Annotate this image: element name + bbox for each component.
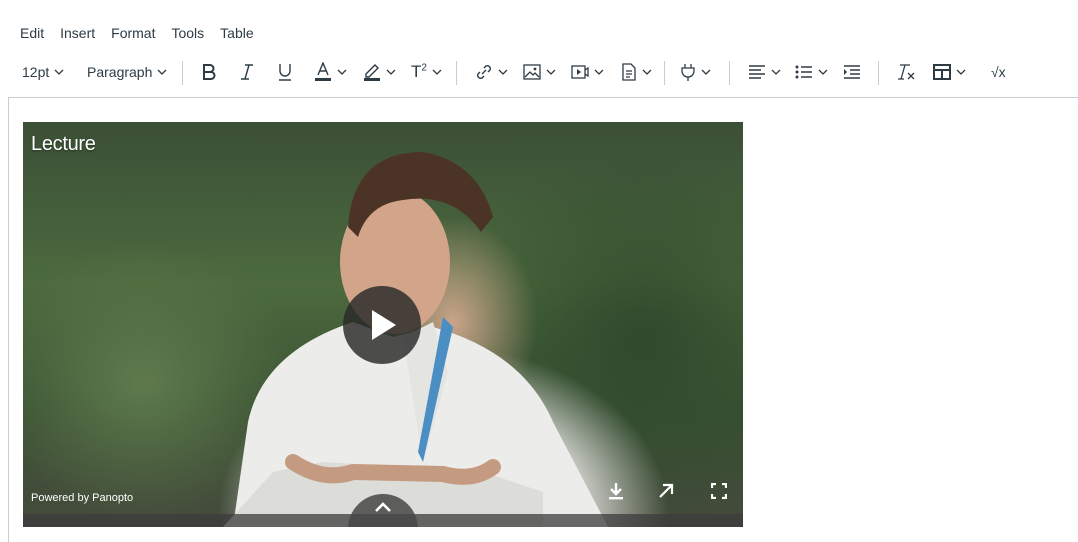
- chevron-down-icon: [771, 69, 781, 75]
- download-icon: [609, 483, 623, 500]
- table-icon: [933, 64, 951, 80]
- play-icon: [372, 310, 396, 340]
- toolbar-divider: [182, 61, 183, 85]
- superscript-button[interactable]: T2: [411, 58, 442, 86]
- block-format-label: Paragraph: [87, 64, 153, 80]
- bold-button[interactable]: [200, 58, 218, 86]
- bold-icon: [203, 64, 216, 80]
- highlight-color-button[interactable]: [363, 58, 396, 86]
- fullscreen-button[interactable]: [708, 480, 730, 502]
- italic-button[interactable]: [238, 58, 256, 86]
- chevron-down-icon: [337, 69, 347, 75]
- fullscreen-icon: [711, 483, 727, 499]
- text-color-icon: [315, 62, 331, 81]
- embedded-video-player[interactable]: Lecture Powered by Panopto: [23, 122, 743, 527]
- indent-button[interactable]: [843, 58, 861, 86]
- equation-button[interactable]: √x: [991, 58, 1006, 86]
- menu-insert[interactable]: Insert: [60, 24, 95, 42]
- clear-formatting-button[interactable]: [897, 58, 915, 86]
- chevron-down-icon: [956, 69, 966, 75]
- chevron-down-icon: [386, 69, 396, 75]
- chevron-down-icon: [157, 69, 167, 75]
- indent-icon: [844, 65, 860, 79]
- text-color-button[interactable]: [314, 58, 347, 86]
- apps-plug-icon: [681, 64, 695, 81]
- align-icon: [749, 65, 765, 79]
- italic-icon: [241, 64, 253, 80]
- block-format-dropdown[interactable]: Paragraph: [87, 58, 167, 86]
- chevron-down-icon: [546, 69, 556, 75]
- document-button[interactable]: [621, 58, 652, 86]
- chevron-down-icon: [498, 69, 508, 75]
- superscript-letter: T: [411, 62, 422, 81]
- menubar: Edit Insert Format Tools Table: [20, 24, 254, 42]
- image-icon: [523, 64, 541, 80]
- media-button[interactable]: [571, 58, 604, 86]
- link-icon: [477, 65, 491, 79]
- underline-icon: [279, 64, 291, 81]
- link-button[interactable]: [475, 58, 508, 86]
- powered-by-panopto: Powered by Panopto: [31, 492, 134, 504]
- play-button[interactable]: [343, 286, 421, 364]
- superscript-icon: T2: [411, 62, 427, 82]
- image-button[interactable]: [523, 58, 556, 86]
- toolbar-divider: [664, 61, 665, 85]
- chevron-down-icon: [54, 69, 64, 75]
- open-external-arrow-icon: [659, 483, 674, 498]
- table-button[interactable]: [933, 58, 966, 86]
- menu-table[interactable]: Table: [220, 24, 253, 42]
- font-size-dropdown[interactable]: 12pt: [22, 58, 64, 86]
- open-external-button[interactable]: [655, 480, 677, 502]
- equation-icon: √x: [991, 64, 1006, 80]
- underline-button[interactable]: [276, 58, 294, 86]
- media-icon: [571, 65, 589, 79]
- chevron-down-icon: [432, 69, 442, 75]
- chevron-up-icon: [375, 502, 391, 512]
- menu-edit[interactable]: Edit: [20, 24, 44, 42]
- highlight-icon: [364, 64, 380, 81]
- font-size-label: 12pt: [22, 64, 50, 80]
- chevron-down-icon: [701, 69, 711, 75]
- chevron-down-icon: [594, 69, 604, 75]
- align-button[interactable]: [748, 58, 781, 86]
- editor-toolbar: 12pt Paragraph T2 √x: [0, 58, 1078, 86]
- menu-tools[interactable]: Tools: [171, 24, 204, 42]
- download-button[interactable]: [605, 480, 627, 502]
- chevron-down-icon: [642, 69, 652, 75]
- toolbar-divider: [456, 61, 457, 85]
- video-title: Lecture: [31, 133, 96, 155]
- list-button[interactable]: [795, 58, 828, 86]
- clear-formatting-icon: [898, 64, 915, 80]
- list-icon: [795, 65, 812, 79]
- superscript-digit: 2: [421, 62, 427, 74]
- apps-button[interactable]: [680, 58, 711, 86]
- document-icon: [622, 63, 636, 81]
- toolbar-divider: [878, 61, 879, 85]
- chevron-down-icon: [818, 69, 828, 75]
- toolbar-divider: [729, 61, 730, 85]
- menu-format[interactable]: Format: [111, 24, 155, 42]
